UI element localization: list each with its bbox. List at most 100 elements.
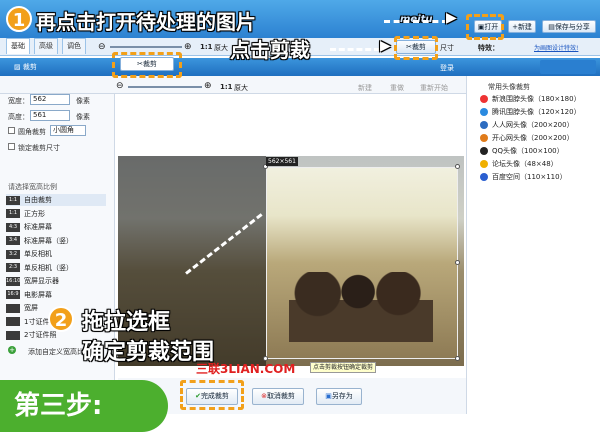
dialog-zoom-ratio[interactable]: 1:1 <box>220 83 233 91</box>
save-as-icon: ▣ <box>325 392 332 400</box>
site-logo-icon <box>480 147 488 155</box>
crop-handle-tr[interactable] <box>455 164 460 169</box>
avatar-preset-label: 开心网头像（200×200） <box>492 134 574 142</box>
avatar-preset-item[interactable]: 新浪围脖头像（180×180） <box>480 94 581 105</box>
step1-text: 再点击打开待处理的图片 <box>36 10 256 34</box>
crop-hint: 点击剪裁按钮确定裁剪 <box>310 362 377 373</box>
avatar-preset-item[interactable]: 人人网头像（200×200） <box>480 120 574 131</box>
ratio-label: 单反相机（竖） <box>24 263 73 272</box>
dialog-zoom-slider[interactable] <box>128 86 202 88</box>
round-corner-select[interactable]: 小圆角 <box>50 125 86 136</box>
height-label: 高度： <box>8 113 29 121</box>
ratio-icon: 1:1 <box>6 209 20 218</box>
avatar-preset-item[interactable]: QQ头像（100×100） <box>480 146 564 157</box>
ratio-option[interactable]: 3:2 单反相机 <box>6 248 52 260</box>
height-input[interactable]: 561 <box>30 110 70 121</box>
cancel-crop-button[interactable]: ⊗取消裁剪 <box>252 388 304 405</box>
zoom-ratio[interactable]: 1:1 <box>200 43 213 51</box>
avatar-preset-item[interactable]: 开心网头像（200×200） <box>480 133 574 144</box>
crop-handle-mr[interactable] <box>455 260 460 265</box>
ratio-icon: 16:9 <box>6 290 20 299</box>
crop-tool-highlight <box>394 36 438 60</box>
step-three-banner: 第三步: <box>0 380 168 432</box>
site-logo-icon <box>480 121 488 129</box>
size-badge: 562×561 <box>266 157 298 166</box>
zoom-in-icon[interactable]: ⊕ <box>184 42 192 52</box>
tab-basic[interactable]: 基础 <box>6 38 30 54</box>
site-logo-icon <box>480 95 488 103</box>
lock-size-label[interactable]: 锁定裁剪尺寸 <box>18 143 60 153</box>
dialog-zoom-out-icon[interactable]: ⊖ <box>116 81 124 91</box>
zoom-slider[interactable] <box>110 46 182 48</box>
round-crop-checkbox[interactable] <box>8 127 15 134</box>
click-crop-text: 点击剪裁 <box>230 38 310 62</box>
login-link[interactable]: 登录 <box>440 63 454 73</box>
ratio-label: 标准屏幕（竖） <box>24 236 73 245</box>
width-input[interactable]: 562 <box>30 94 70 105</box>
ratio-icon: 3:4 <box>6 236 20 245</box>
ratio-icon: 4:3 <box>6 222 20 232</box>
ratio-icon: 16:10 <box>6 276 21 286</box>
ratio-option[interactable]: 4:3 标准屏幕 <box>6 221 52 233</box>
ratio-label: 电影屏幕 <box>24 290 52 299</box>
zoom-out-icon[interactable]: ⊖ <box>98 42 106 52</box>
add-icon[interactable]: + <box>8 346 16 354</box>
ratio-label: 自由裁剪 <box>24 196 52 204</box>
avatar-preset-label: 百度空间（110×110） <box>492 173 567 181</box>
crop-icon: ▨ <box>14 63 23 71</box>
ratio-option[interactable]: 2:3 单反相机（竖） <box>6 262 73 274</box>
ratio-option[interactable]: 1寸证件 <box>6 316 49 328</box>
zoom-original-label[interactable]: 原大 <box>214 43 228 53</box>
finish-crop-highlight <box>180 380 244 410</box>
add-custom-ratio[interactable]: 添加自定义宽高比 <box>28 347 84 357</box>
ratio-icon: 1:1 <box>6 195 20 205</box>
ratio-label: 1寸证件 <box>24 317 50 326</box>
ratio-icon <box>6 303 20 313</box>
ratio-label: 宽屏 <box>24 304 38 312</box>
lock-size-checkbox[interactable] <box>8 143 15 150</box>
ratio-icon: 2:3 <box>6 263 20 272</box>
tab-color[interactable]: 调色 <box>62 38 86 54</box>
ratio-option[interactable]: 16:10 宽屏显示器 <box>6 275 59 287</box>
reset-action[interactable]: 重新开始 <box>420 83 448 93</box>
avatar-preset-label: 腾讯围脖头像（120×120） <box>492 108 581 116</box>
girls-silhouette <box>289 272 433 342</box>
designer-link[interactable]: 为画图设计特效! <box>534 43 578 52</box>
new-button[interactable]: +新建 <box>508 20 536 33</box>
ratio-option[interactable]: 3:4 标准屏幕（竖） <box>6 235 73 247</box>
avatar-preset-label: 新浪围脖头像（180×180） <box>492 95 581 103</box>
ratio-option[interactable]: 16:9 电影屏幕 <box>6 289 52 301</box>
ratio-icon: 3:2 <box>6 249 20 259</box>
ratio-icon <box>6 330 20 340</box>
ratio-option[interactable]: 2寸证件照 <box>6 329 56 341</box>
ratio-header: 请选择宽高比例 <box>8 183 57 191</box>
new-action[interactable]: 新建 <box>358 83 372 93</box>
round-crop-label[interactable]: 圆角裁剪 <box>18 127 46 137</box>
site-logo-icon <box>480 134 488 142</box>
avatar-preset-label: 论坛头像（48×48） <box>492 160 558 168</box>
save-share-button[interactable]: ▤保存与分享 <box>542 20 596 33</box>
avatar-preset-item[interactable]: 论坛头像（48×48） <box>480 159 558 170</box>
size-label[interactable]: 尺寸 <box>440 43 454 53</box>
ratio-option[interactable]: 宽屏 <box>6 302 38 314</box>
avatar-preset-label: QQ头像（100×100） <box>492 147 564 155</box>
ratio-option[interactable]: 1:1 自由裁剪 <box>6 194 106 206</box>
window-controls[interactable] <box>540 60 596 74</box>
redo-action[interactable]: 重做 <box>390 83 404 93</box>
avatar-preset-item[interactable]: 腾讯围脖头像（120×120） <box>480 107 581 118</box>
ratio-label: 宽屏显示器 <box>24 277 59 285</box>
crop-selection-box[interactable] <box>266 167 458 359</box>
height-unit: 像素 <box>76 113 90 121</box>
crop-handle-br[interactable] <box>455 356 460 361</box>
tab-advanced[interactable]: 高级 <box>34 38 58 54</box>
dialog-zoom-original[interactable]: 原大 <box>234 83 248 93</box>
avatar-preset-label: 人人网头像（200×200） <box>492 121 574 129</box>
step2-line1: 拖拉选框 <box>82 310 171 335</box>
crop-tab-button[interactable]: ✂裁剪 <box>120 57 174 71</box>
dialog-zoom-in-icon[interactable]: ⊕ <box>204 81 212 91</box>
step1-number: 1 <box>6 6 32 32</box>
ratio-option[interactable]: 1:1 正方形 <box>6 208 45 220</box>
save-as-button[interactable]: ▣另存为 <box>316 388 362 405</box>
avatar-preset-item[interactable]: 百度空间（110×110） <box>480 172 567 183</box>
step2-line2: 确定剪裁范围 <box>82 340 215 365</box>
